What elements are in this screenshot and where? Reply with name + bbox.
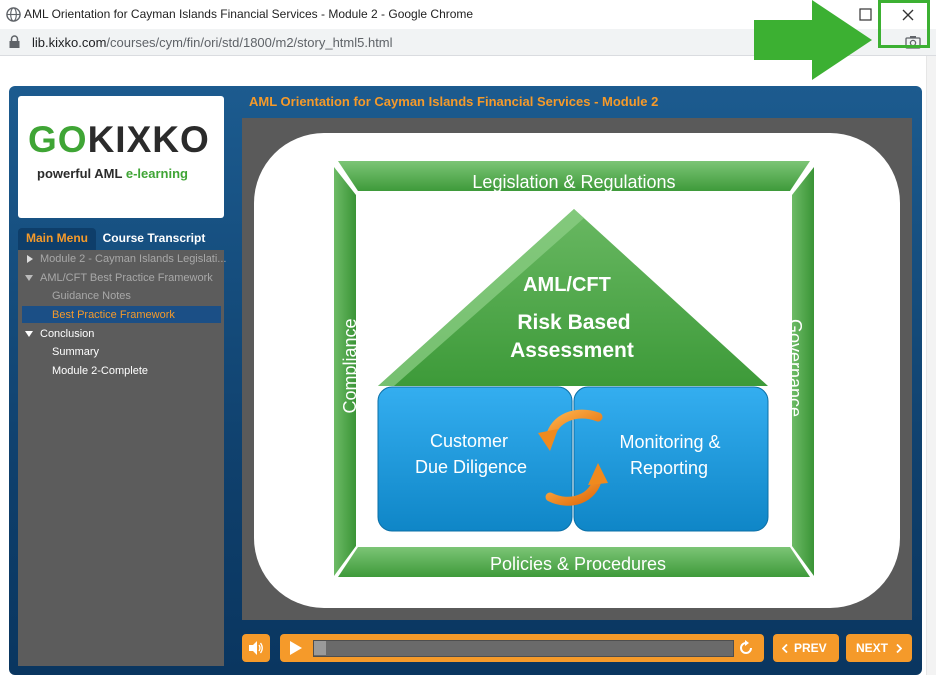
tab-main-menu[interactable]: Main Menu	[18, 228, 96, 250]
aml-framework-diagram: Legislation & Regulations Policies & Pro…	[254, 133, 900, 608]
logo-tagline: powerful AML e-learning	[37, 166, 188, 181]
lock-icon	[9, 35, 20, 48]
menu-item-module2-legislation[interactable]: Module 2 - Cayman Islands Legislati...	[40, 253, 226, 265]
page-scrollbar[interactable]	[926, 56, 936, 675]
play-icon[interactable]	[290, 641, 302, 655]
annotation-arrow-icon	[754, 0, 872, 80]
label-aml-cft: AML/CFT	[523, 274, 611, 296]
label-assessment: Assessment	[510, 339, 634, 362]
label-policies-procedures: Policies & Procedures	[490, 554, 666, 574]
label-monitoring: Monitoring &	[619, 432, 720, 452]
chevron-left-icon	[782, 644, 788, 653]
menu-item-module2-complete[interactable]: Module 2-Complete	[52, 365, 148, 377]
window-title: AML Orientation for Cayman Islands Finan…	[24, 7, 474, 21]
menu-item-best-practice-group[interactable]: AML/CFT Best Practice Framework	[40, 272, 213, 284]
tab-course-transcript[interactable]: Course Transcript	[100, 228, 208, 250]
menu-item-guidance-notes[interactable]: Guidance Notes	[52, 290, 131, 302]
label-risk-based: Risk Based	[517, 311, 630, 334]
globe-icon	[6, 7, 21, 22]
volume-icon	[249, 641, 263, 655]
label-governance: Governance	[785, 319, 805, 417]
seek-track[interactable]	[313, 640, 734, 657]
course-title: AML Orientation for Cayman Islands Finan…	[249, 94, 659, 109]
annotation-highlight-box	[878, 0, 930, 48]
menu-item-summary[interactable]: Summary	[52, 346, 99, 358]
seek-handle[interactable]	[314, 641, 326, 655]
prev-button[interactable]: PREV	[773, 634, 839, 662]
menu-item-conclusion[interactable]: Conclusion	[40, 328, 94, 340]
next-button[interactable]: NEXT	[846, 634, 912, 662]
next-label: NEXT	[856, 641, 889, 655]
prev-label: PREV	[794, 641, 827, 655]
expanded-arrow-icon[interactable]	[25, 330, 33, 338]
expanded-arrow-icon[interactable]	[25, 274, 33, 282]
gokixko-logo: GOKIXKO	[28, 119, 210, 160]
collapsed-arrow-icon[interactable]	[26, 255, 34, 263]
label-reporting: Reporting	[630, 458, 708, 478]
label-customer: Customer	[430, 431, 508, 451]
chevron-right-icon	[896, 644, 902, 653]
label-due-diligence: Due Diligence	[415, 457, 527, 477]
menu-item-best-practice-framework[interactable]: Best Practice Framework	[52, 309, 175, 321]
label-compliance: Compliance	[340, 318, 360, 413]
replay-icon[interactable]	[738, 640, 754, 656]
url-text[interactable]: lib.kixko.com/courses/cym/fin/ori/std/18…	[32, 35, 393, 50]
volume-button[interactable]	[242, 634, 270, 662]
label-legislation-regulations: Legislation & Regulations	[472, 172, 675, 192]
